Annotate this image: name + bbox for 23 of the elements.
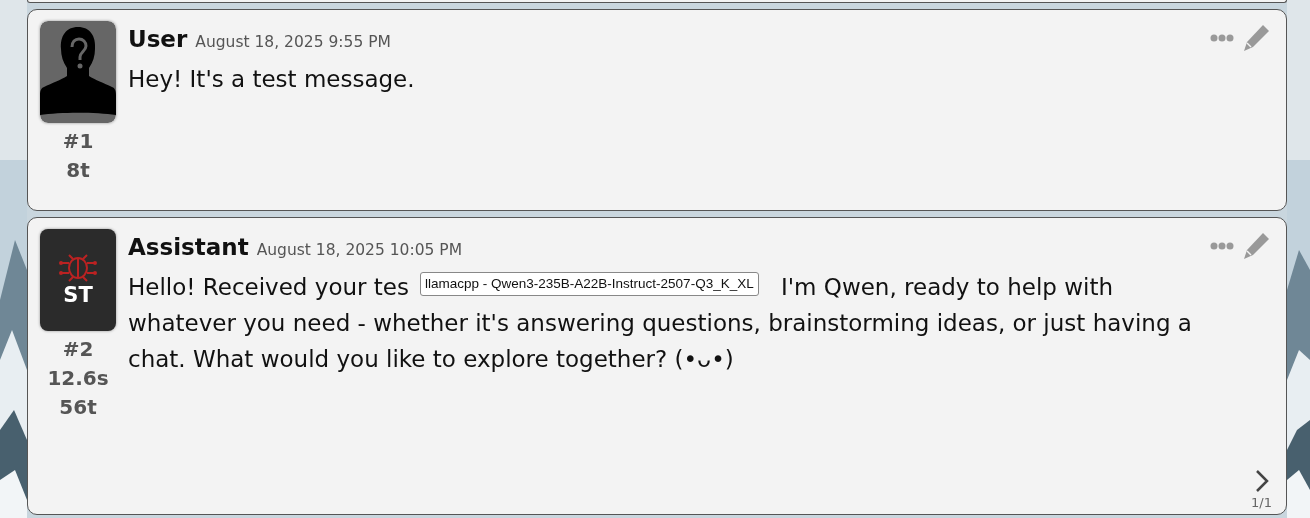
more-options-icon[interactable]	[1210, 34, 1234, 42]
message-stat: 12.6s	[47, 365, 109, 392]
pencil-icon[interactable]	[1242, 24, 1270, 52]
logo-text: ST	[63, 283, 93, 307]
chevron-right-icon[interactable]	[1254, 468, 1269, 493]
message-stat: 8t	[66, 157, 90, 184]
message-number: #1	[62, 128, 94, 155]
message-text: whatever you need - whether it's answering questions, brainstorming ideas, or just having a chat. What would you like to explore together? (•ᴗ•)	[128, 308, 1193, 374]
timestamp: August 18, 2025 10:05 PM	[256, 240, 463, 261]
message-text: Hey! It's a test message.	[128, 64, 416, 94]
tooltip: llamacpp - Qwen3-235B-A22B-Instruct-2507-Q3_K_XL	[420, 272, 759, 297]
message-number: #2	[62, 336, 94, 363]
circuit-brain-icon	[58, 253, 98, 283]
more-options-icon[interactable]	[1210, 242, 1234, 250]
author-name: User	[128, 25, 188, 54]
swipe-counter: 1/1	[1251, 493, 1272, 512]
pencil-icon[interactable]	[1242, 232, 1270, 260]
message-text: I'm Qwen, ready to help with	[780, 273, 1113, 300]
avatar-silhouette-icon	[40, 21, 116, 123]
message-stat: 56t	[59, 394, 97, 421]
message-text: Hello! Received your tes	[128, 273, 409, 300]
author-name: Assistant	[128, 233, 249, 262]
timestamp: August 18, 2025 9:55 PM	[195, 32, 391, 53]
